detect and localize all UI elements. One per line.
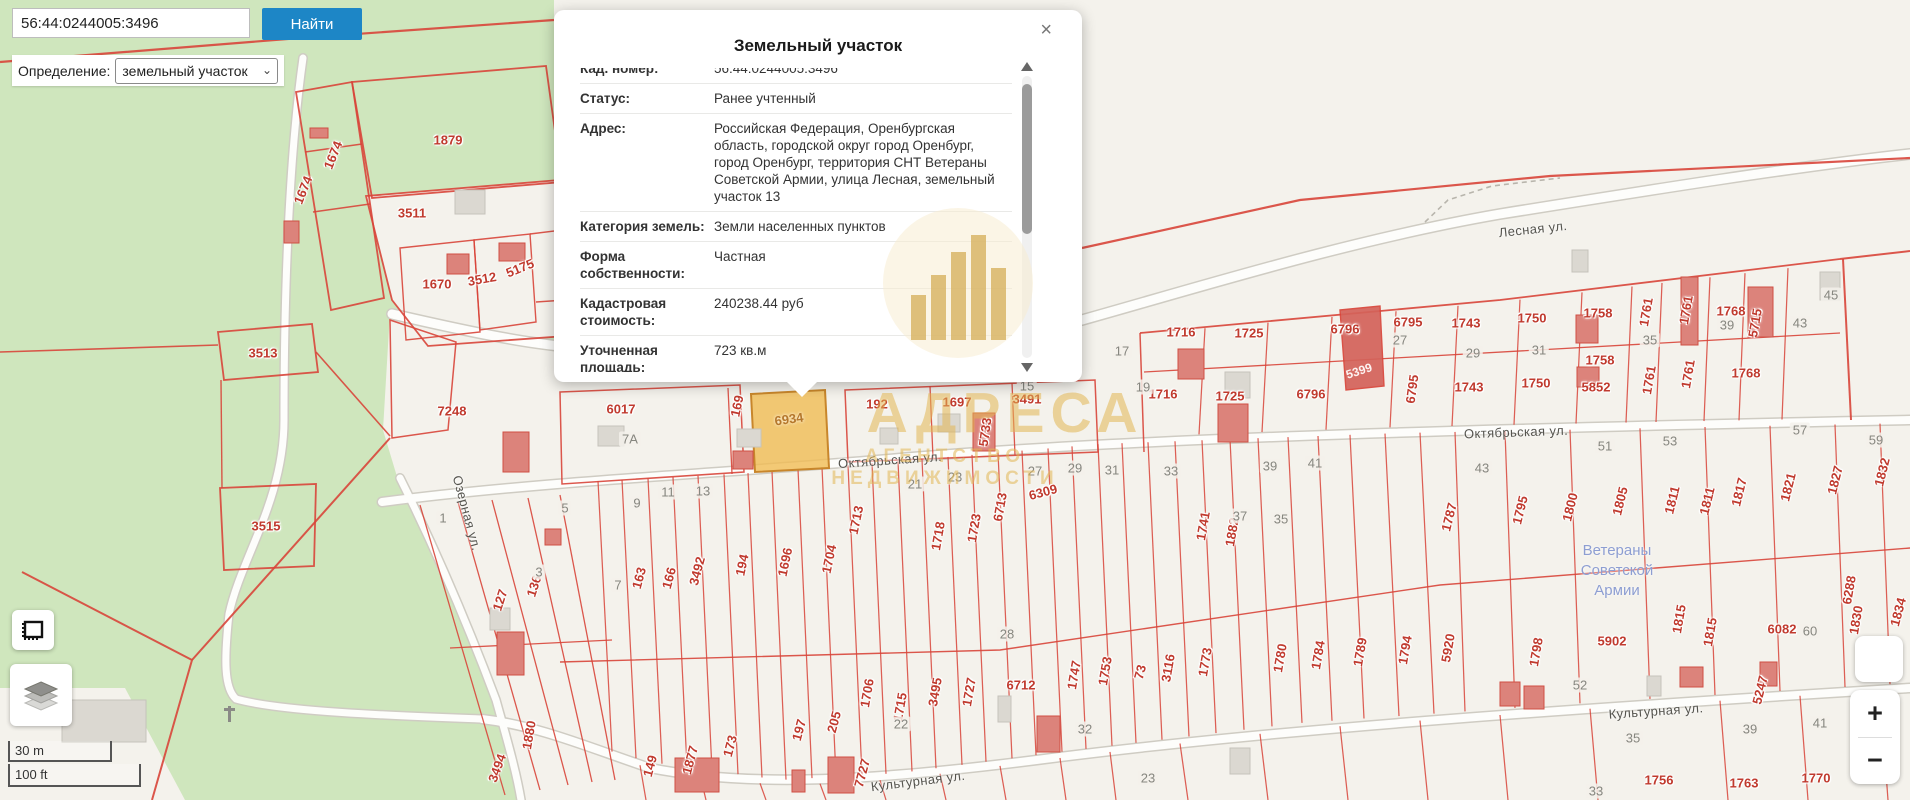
popup-row-value: Ранее учтенный: [708, 90, 1012, 107]
building-red: [733, 451, 753, 469]
building-red: [497, 632, 524, 675]
parcel-red-filled: [1340, 306, 1384, 390]
zoom-in-button[interactable]: +: [1850, 690, 1900, 737]
building-red: [1218, 404, 1248, 442]
building-red: [792, 770, 805, 792]
building-red: [973, 413, 995, 451]
building-grey: [598, 426, 624, 446]
building-grey: [62, 700, 146, 742]
building-red: [1576, 315, 1598, 343]
popup-row-value: 723 кв.м: [708, 342, 1012, 372]
popup-row-value: 56:44:0244005:3496: [708, 68, 1012, 77]
scalebar-imperial: 100 ft: [8, 764, 141, 787]
popup-row-label: Уточненная площадь:: [580, 342, 708, 372]
building-red: [1680, 667, 1703, 687]
close-icon[interactable]: ×: [1040, 20, 1052, 40]
popup-title: Земельный участок: [554, 36, 1082, 56]
building-grey: [1230, 748, 1250, 774]
parcel-info-popup: Земельный участок × Кад. номер:56:44:024…: [554, 10, 1082, 382]
building-grey: [998, 696, 1011, 722]
building-red: [675, 758, 719, 792]
popup-row-value: Частная: [708, 248, 1012, 282]
popup-row-label: Форма собственности:: [580, 248, 708, 282]
map-control-button[interactable]: [1855, 636, 1903, 682]
popup-row: Кадастровая стоимость:240238.44 руб: [580, 289, 1012, 336]
building-red: [1500, 682, 1520, 706]
measure-tool-button[interactable]: [12, 610, 54, 650]
search-bar: Найти: [12, 8, 364, 40]
search-input[interactable]: [12, 8, 250, 38]
building-red: [1524, 686, 1544, 709]
building-grey: [1572, 250, 1588, 272]
popup-row-value: 240238.44 руб: [708, 295, 1012, 329]
popup-row-value: Российская Федерация, Оренбургская облас…: [708, 120, 1012, 205]
building-red: [1037, 716, 1060, 752]
building-grey: [737, 429, 761, 447]
filter-bar: Определение: земельный участок ⌄: [12, 55, 284, 86]
popup-row-label: Кад. номер:: [580, 68, 708, 77]
building-grey: [938, 414, 960, 432]
filter-value: земельный участок: [122, 63, 247, 79]
popup-row-label: Статус:: [580, 90, 708, 107]
building-red: [828, 757, 854, 793]
building-red: [1748, 287, 1773, 337]
popup-row-label: Адрес:: [580, 120, 708, 205]
layers-icon: [21, 676, 61, 714]
parcel-boundary: [221, 380, 222, 488]
building-red: [503, 432, 529, 472]
popup-row-value: Земли населенных пунктов: [708, 218, 1012, 235]
filter-select[interactable]: земельный участок ⌄: [115, 58, 278, 84]
pole-icon-bar: [224, 708, 235, 711]
building-red: [1577, 367, 1599, 387]
building-grey: [1647, 676, 1661, 696]
scalebar-metric: 30 m: [8, 741, 112, 762]
scrollbar-thumb[interactable]: [1022, 84, 1032, 234]
zoom-control: + −: [1850, 690, 1900, 784]
popup-rows: Кад. номер:56:44:0244005:3496Статус:Ране…: [580, 68, 1012, 372]
building-grey: [490, 608, 510, 630]
building-red: [447, 254, 469, 274]
chevron-down-icon: ⌄: [262, 63, 272, 77]
building-grey: [1820, 272, 1840, 300]
scroll-up-icon[interactable]: [1021, 62, 1033, 71]
scroll-down-icon[interactable]: [1021, 363, 1033, 372]
measure-icon: [21, 619, 45, 641]
highlighted-parcel[interactable]: [751, 390, 829, 472]
building-grey: [455, 190, 485, 214]
popup-row: Кад. номер:56:44:0244005:3496: [580, 68, 1012, 84]
popup-row: Уточненная площадь:723 кв.м: [580, 336, 1012, 372]
building-red: [310, 128, 328, 138]
popup-row-label: Категория земель:: [580, 218, 708, 235]
building-red: [1178, 349, 1204, 379]
building-red: [1681, 277, 1698, 345]
building-red: [1760, 662, 1777, 686]
building-red: [545, 529, 561, 545]
building-grey: [1225, 372, 1250, 398]
popup-row: Категория земель:Земли населенных пункто…: [580, 212, 1012, 242]
search-button[interactable]: Найти: [262, 8, 362, 40]
building-red: [499, 243, 525, 261]
popup-row: Статус:Ранее учтенный: [580, 84, 1012, 114]
building-grey: [880, 428, 898, 444]
popup-row-label: Кадастровая стоимость:: [580, 295, 708, 329]
popup-row: Форма собственности:Частная: [580, 242, 1012, 289]
popup-row: Адрес:Российская Федерация, Оренбургская…: [580, 114, 1012, 212]
layers-button[interactable]: [10, 664, 72, 726]
filter-label: Определение:: [18, 63, 110, 79]
popup-scrollbar[interactable]: [1020, 62, 1034, 372]
building-red: [284, 221, 299, 243]
zoom-out-button[interactable]: −: [1850, 737, 1900, 784]
